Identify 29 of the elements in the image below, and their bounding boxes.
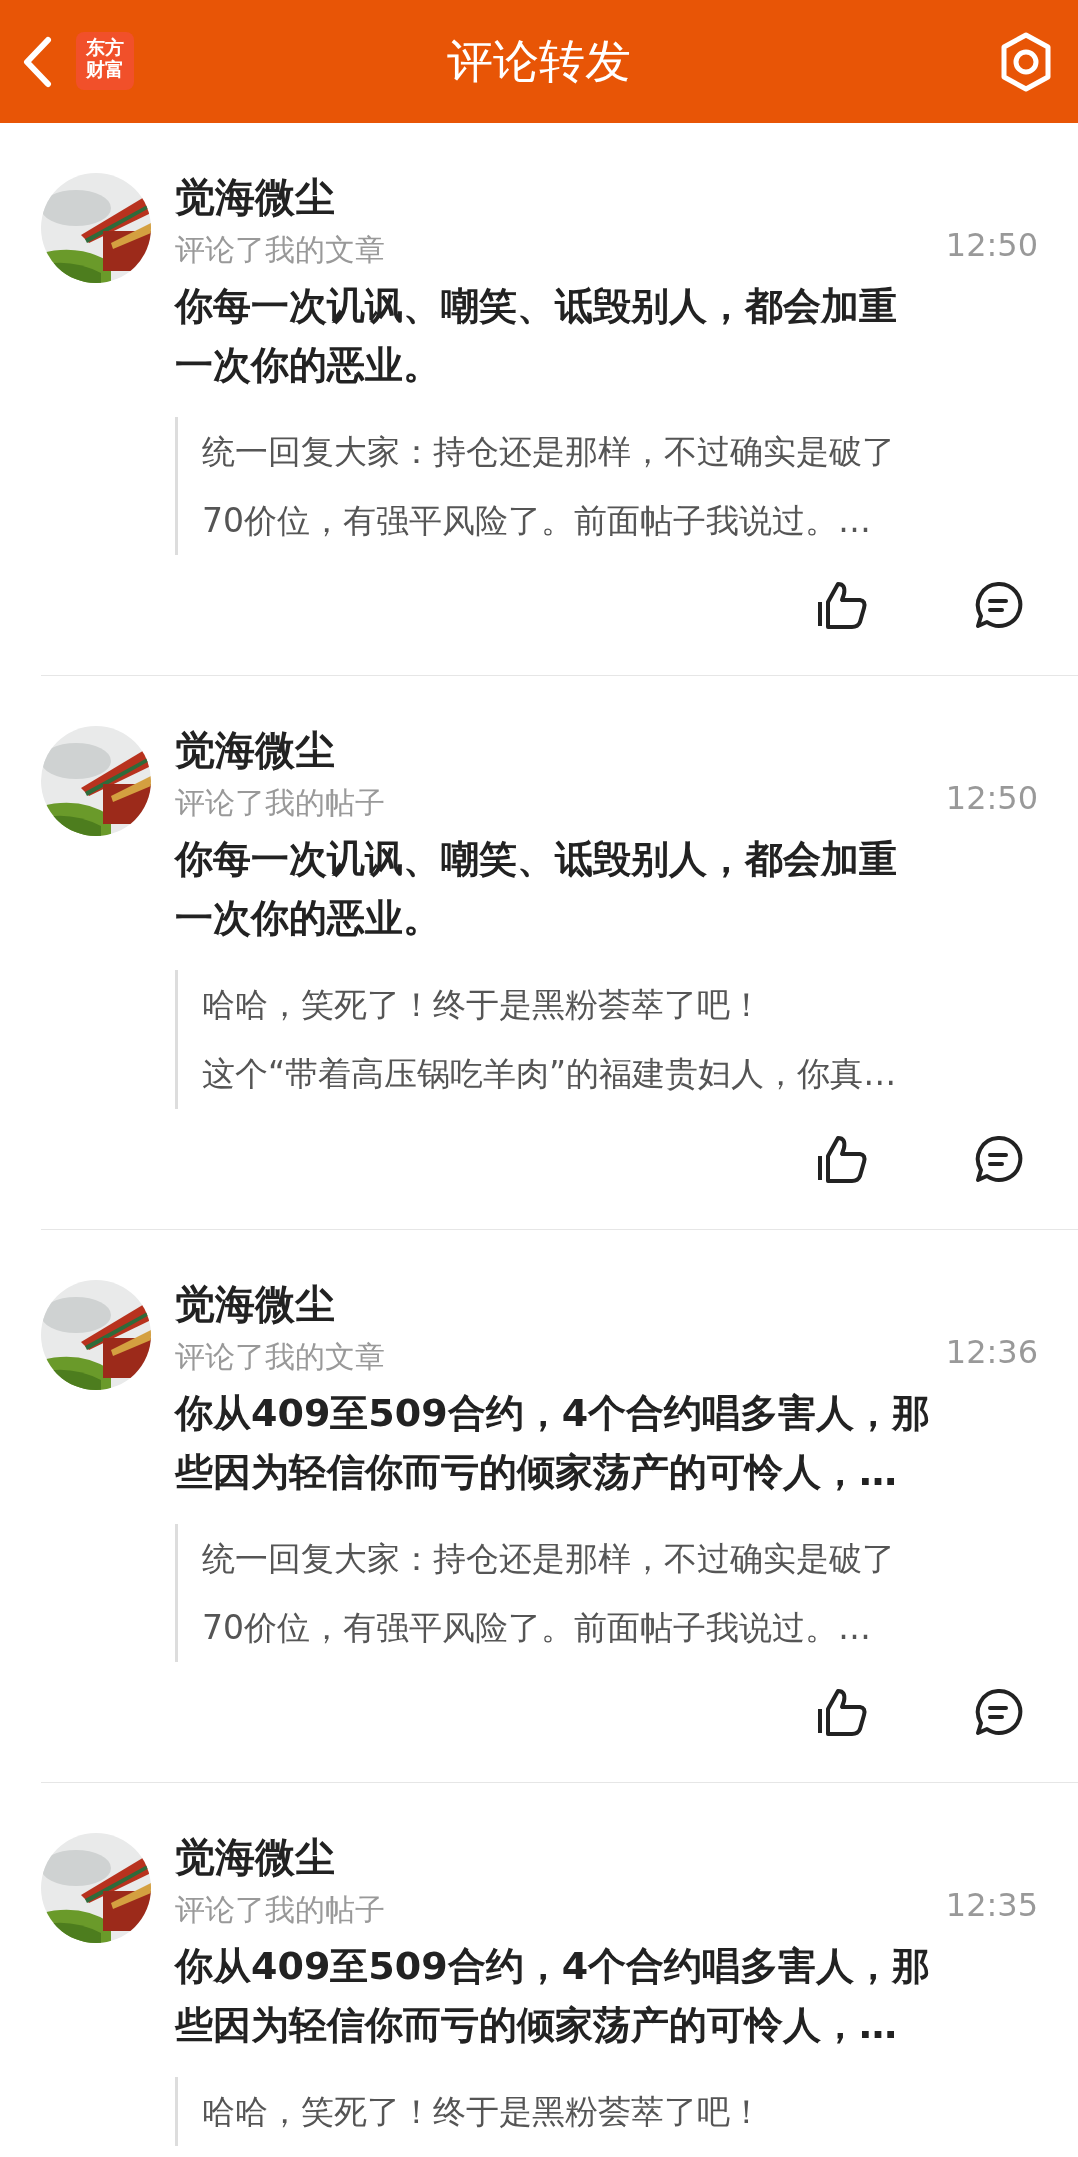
comment-time: 12:36 [945, 1331, 1038, 1373]
user-name[interactable]: 觉海微尘 [175, 173, 1038, 221]
thumbs-up-icon[interactable] [816, 580, 868, 631]
user-name[interactable]: 觉海微尘 [175, 1833, 1038, 1882]
user-name[interactable]: 觉海微尘 [175, 726, 1038, 775]
app-logo: 东方 财富 [76, 32, 134, 90]
quoted-post[interactable]: 统一回复大家：持仓还是那样，不过确实是破了 70价位，有强平风险了。前面帖子我说过。… [175, 416, 1038, 556]
comment-type: 评论了我的文章 [175, 231, 385, 269]
comment-time: 12:50 [945, 225, 1038, 266]
comment-type: 评论了我的文章 [175, 1337, 385, 1376]
comment-icon[interactable] [973, 580, 1023, 631]
comment-text[interactable]: 你每一次讥讽、嘲笑、诋毁别人，都会加重 一次你的恶业。 [175, 277, 1038, 395]
comment-icon[interactable] [973, 1687, 1023, 1738]
comment-type: 评论了我的帖子 [175, 1891, 385, 1930]
thumbs-up-icon[interactable] [816, 1687, 868, 1738]
thumbs-up-icon[interactable] [816, 1133, 868, 1184]
comment-text[interactable]: 你从409至509合约，4个合约唱多害人，那 些因为轻信你而亏的倾家荡产的可怜人，… [175, 1937, 1038, 2055]
user-name[interactable]: 觉海微尘 [175, 1279, 1038, 1328]
comment-time: 12:35 [945, 1885, 1038, 1927]
comment-text[interactable]: 你从409至509合约，4个合约唱多害人，那 些因为轻信你而亏的倾家荡产的可怜人，… [175, 1383, 1038, 1502]
back-icon[interactable] [22, 36, 52, 88]
comment-time: 12:50 [945, 778, 1038, 820]
page-title: 评论转发 [447, 33, 631, 90]
quoted-post[interactable]: 哈哈，笑死了！终于是黑粉荟萃了吧！ 这个“带着高压锅吃羊肉”的福建贵妇人，你真… [175, 970, 1038, 1109]
comment-icon[interactable] [973, 1133, 1023, 1184]
comment-text[interactable]: 你每一次讥讽、嘲笑、诋毁别人，都会加重 一次你的恶业。 [175, 830, 1038, 949]
comment-type: 评论了我的帖子 [175, 784, 385, 823]
quoted-post[interactable]: 哈哈，笑死了！终于是黑粉荟萃了吧！ [175, 2076, 1038, 2147]
quoted-post[interactable]: 统一回复大家：持仓还是那样，不过确实是破了 70价位，有强平风险了。前面帖子我说过。… [175, 1523, 1038, 1663]
